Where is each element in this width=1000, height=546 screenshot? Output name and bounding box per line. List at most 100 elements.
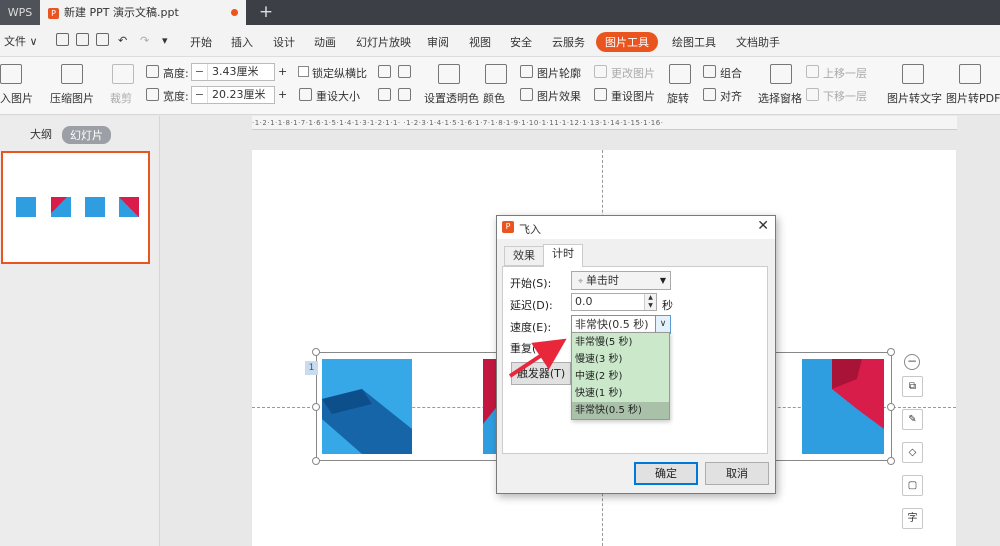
color-icon[interactable]: [485, 64, 507, 84]
delay-input[interactable]: 0.0 ▲ ▼: [571, 293, 657, 311]
crop-button[interactable]: 裁剪: [110, 90, 132, 106]
bring-forward-button[interactable]: 上移一层: [823, 65, 867, 81]
save-icon[interactable]: [56, 33, 69, 46]
menu-picture-tools[interactable]: 图片工具: [596, 32, 658, 52]
menu-animation[interactable]: 动画: [314, 34, 336, 50]
speed-option[interactable]: 快速(1 秒): [572, 385, 669, 402]
undo-icon[interactable]: ↶: [118, 34, 127, 47]
resize-handle[interactable]: [312, 403, 320, 411]
delay-spinner[interactable]: ▲ ▼: [644, 294, 656, 310]
lock-ratio-checkbox[interactable]: [298, 66, 309, 77]
picture-to-pdf-icon[interactable]: [959, 64, 981, 84]
height-increase-button[interactable]: +: [278, 65, 287, 78]
animation-order-badge[interactable]: 1: [305, 361, 318, 375]
brightness-up-icon[interactable]: [378, 88, 391, 101]
menu-security[interactable]: 安全: [510, 34, 532, 50]
pen-tool-icon[interactable]: ✎: [902, 409, 923, 430]
picture-to-pdf-button[interactable]: 图片转PDF: [946, 90, 1000, 106]
menu-drawing-tools[interactable]: 绘图工具: [672, 34, 716, 50]
send-backward-button[interactable]: 下移一层: [823, 88, 867, 104]
menu-home[interactable]: 开始: [190, 34, 212, 50]
insert-picture-button[interactable]: 入图片: [0, 90, 33, 106]
compress-picture-button[interactable]: 压缩图片: [50, 90, 94, 106]
contrast-up-icon[interactable]: [378, 65, 391, 78]
collapse-tools-button[interactable]: −: [904, 354, 920, 370]
lock-ratio-label[interactable]: 锁定纵横比: [312, 65, 367, 81]
speed-option[interactable]: 慢速(3 秒): [572, 351, 669, 368]
menu-slideshow[interactable]: 幻灯片放映: [356, 34, 411, 50]
width-field[interactable]: − 20.23厘米: [191, 86, 275, 104]
spin-down-icon[interactable]: ▼: [648, 302, 653, 309]
crop-icon[interactable]: [112, 64, 134, 84]
group-button[interactable]: 组合: [720, 65, 742, 81]
layer-tool-icon[interactable]: ⧉: [902, 376, 923, 397]
border-tool-icon[interactable]: ▢: [902, 475, 923, 496]
set-transparent-button[interactable]: 设置透明色: [424, 90, 479, 106]
tab-slides[interactable]: 幻灯片: [62, 126, 111, 144]
chevron-down-icon[interactable]: ∨: [655, 316, 670, 333]
ok-button[interactable]: 确定: [634, 462, 698, 485]
new-tab-button[interactable]: +: [256, 0, 276, 25]
height-field[interactable]: − 3.43厘米: [191, 63, 275, 81]
contrast-down-icon[interactable]: [398, 65, 411, 78]
print-preview-icon[interactable]: [96, 33, 109, 46]
group-icon[interactable]: [703, 65, 716, 78]
tab-timing[interactable]: 计时: [543, 244, 583, 267]
speed-option[interactable]: 非常慢(5 秒): [572, 334, 669, 351]
picture-to-text-button[interactable]: 图片转文字: [887, 90, 942, 106]
change-picture-icon[interactable]: [594, 65, 607, 78]
cancel-button[interactable]: 取消: [705, 462, 769, 485]
redo-icon[interactable]: ↷: [140, 34, 149, 47]
compress-picture-icon[interactable]: [61, 64, 83, 84]
resize-handle[interactable]: [312, 457, 320, 465]
menu-insert[interactable]: 插入: [231, 34, 253, 50]
fill-tool-icon[interactable]: ◇: [902, 442, 923, 463]
menu-view[interactable]: 视图: [469, 34, 491, 50]
spin-up-icon[interactable]: ▲: [648, 294, 653, 301]
file-menu[interactable]: 文件 ∨: [4, 33, 38, 49]
menu-review[interactable]: 审阅: [427, 34, 449, 50]
picture-to-text-icon[interactable]: [902, 64, 924, 84]
menu-cloud[interactable]: 云服务: [552, 34, 585, 50]
width-increase-button[interactable]: +: [278, 88, 287, 101]
reset-size-icon[interactable]: [299, 88, 312, 101]
bring-forward-icon[interactable]: [806, 65, 819, 78]
rotate-button[interactable]: 旋转: [667, 90, 689, 106]
close-icon[interactable]: ✕: [757, 218, 769, 234]
selection-pane-button[interactable]: 选择窗格: [758, 90, 802, 106]
text-tool-icon[interactable]: 字: [902, 508, 923, 529]
color-button[interactable]: 颜色: [483, 90, 505, 106]
tab-effect[interactable]: 效果: [504, 246, 544, 266]
wps-home-tab[interactable]: WPS: [0, 0, 40, 25]
customize-qa-icon[interactable]: ▾: [162, 34, 168, 47]
menu-design[interactable]: 设计: [273, 34, 295, 50]
speed-option-selected[interactable]: 非常快(0.5 秒): [572, 402, 669, 419]
tab-outline[interactable]: 大纲: [30, 126, 52, 142]
picture-effect-icon[interactable]: [520, 88, 533, 101]
width-decrease-button[interactable]: −: [192, 87, 208, 103]
selection-pane-icon[interactable]: [770, 64, 792, 84]
picture-outline-button[interactable]: 图片轮廓: [537, 65, 581, 81]
transparent-color-icon[interactable]: [438, 64, 460, 84]
change-picture-button[interactable]: 更改图片: [611, 65, 655, 81]
resize-handle[interactable]: [312, 348, 320, 356]
brightness-down-icon[interactable]: [398, 88, 411, 101]
menu-doc-assistant[interactable]: 文档助手: [736, 34, 780, 50]
reset-picture-button[interactable]: 重设图片: [611, 88, 655, 104]
resize-handle[interactable]: [887, 457, 895, 465]
send-backward-icon[interactable]: [806, 88, 819, 101]
resize-handle[interactable]: [887, 348, 895, 356]
speed-option[interactable]: 中速(2 秒): [572, 368, 669, 385]
insert-picture-icon[interactable]: [0, 64, 22, 84]
reset-size-button[interactable]: 重设大小: [316, 88, 360, 104]
picture-outline-icon[interactable]: [520, 65, 533, 78]
align-button[interactable]: 对齐: [720, 88, 742, 104]
align-icon[interactable]: [703, 88, 716, 101]
trigger-button[interactable]: 触发器(T): [511, 362, 571, 385]
start-select[interactable]: ⌖ 单击时 ▼: [571, 271, 671, 290]
rotate-icon[interactable]: [669, 64, 691, 84]
document-tab[interactable]: P 新建 PPT 演示文稿.ppt: [40, 0, 246, 25]
slide-thumbnail[interactable]: [1, 151, 150, 264]
picture-effect-button[interactable]: 图片效果: [537, 88, 581, 104]
resize-handle[interactable]: [887, 403, 895, 411]
